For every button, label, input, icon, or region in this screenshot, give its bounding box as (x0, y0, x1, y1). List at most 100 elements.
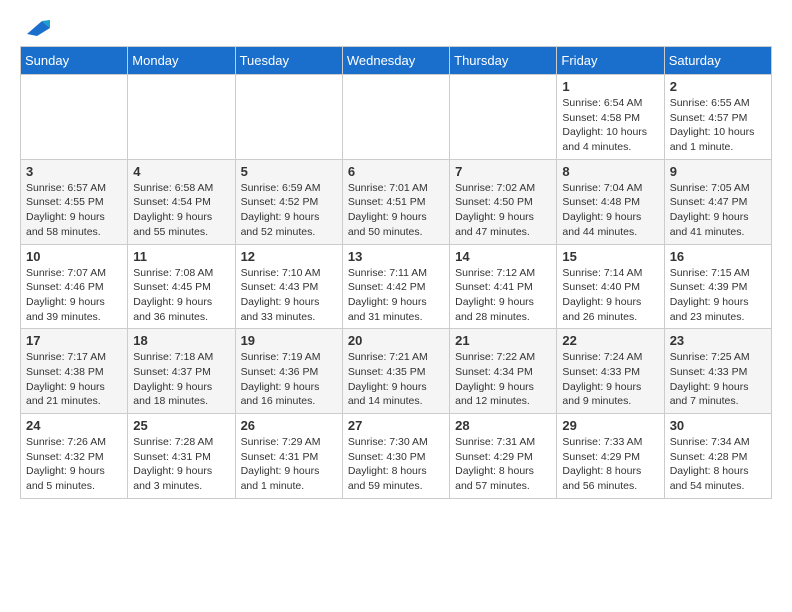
day-info: Sunrise: 7:07 AM Sunset: 4:46 PM Dayligh… (26, 266, 122, 325)
day-info: Sunrise: 7:04 AM Sunset: 4:48 PM Dayligh… (562, 181, 658, 240)
day-info: Sunrise: 7:24 AM Sunset: 4:33 PM Dayligh… (562, 350, 658, 409)
day-number: 22 (562, 333, 658, 348)
day-number: 9 (670, 164, 766, 179)
day-number: 13 (348, 249, 444, 264)
day-info: Sunrise: 6:57 AM Sunset: 4:55 PM Dayligh… (26, 181, 122, 240)
calendar-cell-w2d5: 15 Sunrise: 7:14 AM Sunset: 4:40 PM Dayli… (557, 244, 664, 329)
day-info: Sunrise: 6:54 AM Sunset: 4:58 PM Dayligh… (562, 96, 658, 155)
calendar-cell-w4d5: 29Sunrise: 7:33 AM Sunset: 4:29 PM Dayli… (557, 414, 664, 499)
calendar-cell-w3d6: 23 Sunrise: 7:25 AM Sunset: 4:33 PM Dayli… (664, 329, 771, 414)
calendar-cell-w4d3: 27 Sunrise: 7:30 AM Sunset: 4:30 PM Dayli… (342, 414, 449, 499)
calendar-cell-w3d5: 22 Sunrise: 7:24 AM Sunset: 4:33 PM Dayli… (557, 329, 664, 414)
day-info: Sunrise: 7:18 AM Sunset: 4:37 PM Dayligh… (133, 350, 229, 409)
day-info: Sunrise: 6:59 AM Sunset: 4:52 PM Dayligh… (241, 181, 337, 240)
calendar-cell-w4d0: 24 Sunrise: 7:26 AM Sunset: 4:32 PM Dayli… (21, 414, 128, 499)
calendar-header-saturday: Saturday (664, 47, 771, 75)
day-info: Sunrise: 6:55 AM Sunset: 4:57 PM Dayligh… (670, 96, 766, 155)
day-number: 6 (348, 164, 444, 179)
calendar-cell-w0d5: 1 Sunrise: 6:54 AM Sunset: 4:58 PM Daylig… (557, 75, 664, 160)
calendar-cell-w4d1: 25 Sunrise: 7:28 AM Sunset: 4:31 PM Dayli… (128, 414, 235, 499)
day-number: 15 (562, 249, 658, 264)
calendar-header-friday: Friday (557, 47, 664, 75)
day-info: Sunrise: 7:29 AM Sunset: 4:31 PM Dayligh… (241, 435, 337, 494)
calendar-cell-w0d6: 2 Sunrise: 6:55 AM Sunset: 4:57 PM Daylig… (664, 75, 771, 160)
calendar-cell-w3d3: 20 Sunrise: 7:21 AM Sunset: 4:35 PM Dayli… (342, 329, 449, 414)
day-number: 23 (670, 333, 766, 348)
calendar-cell-w2d2: 12Sunrise: 7:10 AM Sunset: 4:43 PM Dayli… (235, 244, 342, 329)
calendar-week-0: 1 Sunrise: 6:54 AM Sunset: 4:58 PM Daylig… (21, 75, 772, 160)
calendar-cell-w0d2 (235, 75, 342, 160)
day-number: 29 (562, 418, 658, 433)
calendar-week-3: 17Sunrise: 7:17 AM Sunset: 4:38 PM Dayli… (21, 329, 772, 414)
calendar-week-4: 24 Sunrise: 7:26 AM Sunset: 4:32 PM Dayli… (21, 414, 772, 499)
calendar-cell-w0d1 (128, 75, 235, 160)
day-info: Sunrise: 7:26 AM Sunset: 4:32 PM Dayligh… (26, 435, 122, 494)
day-number: 27 (348, 418, 444, 433)
day-info: Sunrise: 7:02 AM Sunset: 4:50 PM Dayligh… (455, 181, 551, 240)
calendar-cell-w0d4 (450, 75, 557, 160)
calendar-cell-w0d0 (21, 75, 128, 160)
day-info: Sunrise: 7:01 AM Sunset: 4:51 PM Dayligh… (348, 181, 444, 240)
calendar-week-2: 10 Sunrise: 7:07 AM Sunset: 4:46 PM Dayli… (21, 244, 772, 329)
day-info: Sunrise: 7:34 AM Sunset: 4:28 PM Dayligh… (670, 435, 766, 494)
day-number: 30 (670, 418, 766, 433)
day-number: 14 (455, 249, 551, 264)
day-number: 16 (670, 249, 766, 264)
calendar-week-1: 3 Sunrise: 6:57 AM Sunset: 4:55 PM Daylig… (21, 159, 772, 244)
calendar-cell-w4d2: 26 Sunrise: 7:29 AM Sunset: 4:31 PM Dayli… (235, 414, 342, 499)
calendar-cell-w1d5: 8 Sunrise: 7:04 AM Sunset: 4:48 PM Daylig… (557, 159, 664, 244)
day-number: 10 (26, 249, 122, 264)
calendar-header-sunday: Sunday (21, 47, 128, 75)
calendar: SundayMondayTuesdayWednesdayThursdayFrid… (20, 46, 772, 499)
calendar-cell-w4d6: 30 Sunrise: 7:34 AM Sunset: 4:28 PM Dayli… (664, 414, 771, 499)
calendar-cell-w2d1: 11Sunrise: 7:08 AM Sunset: 4:45 PM Dayli… (128, 244, 235, 329)
day-info: Sunrise: 7:28 AM Sunset: 4:31 PM Dayligh… (133, 435, 229, 494)
day-info: Sunrise: 7:19 AM Sunset: 4:36 PM Dayligh… (241, 350, 337, 409)
day-info: Sunrise: 7:11 AM Sunset: 4:42 PM Dayligh… (348, 266, 444, 325)
day-number: 4 (133, 164, 229, 179)
calendar-cell-w1d6: 9Sunrise: 7:05 AM Sunset: 4:47 PM Daylig… (664, 159, 771, 244)
day-number: 26 (241, 418, 337, 433)
day-number: 18 (133, 333, 229, 348)
day-info: Sunrise: 7:22 AM Sunset: 4:34 PM Dayligh… (455, 350, 551, 409)
calendar-header-monday: Monday (128, 47, 235, 75)
calendar-cell-w4d4: 28Sunrise: 7:31 AM Sunset: 4:29 PM Dayli… (450, 414, 557, 499)
day-number: 5 (241, 164, 337, 179)
logo-text (20, 16, 52, 38)
header (20, 16, 772, 38)
day-info: Sunrise: 7:10 AM Sunset: 4:43 PM Dayligh… (241, 266, 337, 325)
day-number: 25 (133, 418, 229, 433)
page-container: SundayMondayTuesdayWednesdayThursdayFrid… (0, 0, 792, 515)
day-number: 3 (26, 164, 122, 179)
day-number: 1 (562, 79, 658, 94)
day-number: 2 (670, 79, 766, 94)
day-info: Sunrise: 7:25 AM Sunset: 4:33 PM Dayligh… (670, 350, 766, 409)
calendar-cell-w1d2: 5 Sunrise: 6:59 AM Sunset: 4:52 PM Daylig… (235, 159, 342, 244)
day-info: Sunrise: 7:14 AM Sunset: 4:40 PM Dayligh… (562, 266, 658, 325)
day-info: Sunrise: 7:08 AM Sunset: 4:45 PM Dayligh… (133, 266, 229, 325)
day-info: Sunrise: 7:17 AM Sunset: 4:38 PM Dayligh… (26, 350, 122, 409)
calendar-cell-w3d0: 17Sunrise: 7:17 AM Sunset: 4:38 PM Dayli… (21, 329, 128, 414)
calendar-cell-w2d6: 16 Sunrise: 7:15 AM Sunset: 4:39 PM Dayli… (664, 244, 771, 329)
day-number: 20 (348, 333, 444, 348)
day-number: 24 (26, 418, 122, 433)
calendar-cell-w1d1: 4Sunrise: 6:58 AM Sunset: 4:54 PM Daylig… (128, 159, 235, 244)
calendar-header-row: SundayMondayTuesdayWednesdayThursdayFrid… (21, 47, 772, 75)
day-number: 28 (455, 418, 551, 433)
calendar-cell-w2d4: 14 Sunrise: 7:12 AM Sunset: 4:41 PM Dayli… (450, 244, 557, 329)
day-info: Sunrise: 7:15 AM Sunset: 4:39 PM Dayligh… (670, 266, 766, 325)
calendar-cell-w1d0: 3 Sunrise: 6:57 AM Sunset: 4:55 PM Daylig… (21, 159, 128, 244)
day-info: Sunrise: 7:12 AM Sunset: 4:41 PM Dayligh… (455, 266, 551, 325)
calendar-cell-w3d4: 21 Sunrise: 7:22 AM Sunset: 4:34 PM Dayli… (450, 329, 557, 414)
day-number: 21 (455, 333, 551, 348)
calendar-cell-w3d2: 19 Sunrise: 7:19 AM Sunset: 4:36 PM Dayli… (235, 329, 342, 414)
calendar-cell-w0d3 (342, 75, 449, 160)
day-number: 19 (241, 333, 337, 348)
logo (20, 16, 52, 38)
day-number: 8 (562, 164, 658, 179)
day-info: Sunrise: 7:30 AM Sunset: 4:30 PM Dayligh… (348, 435, 444, 494)
logo-icon (22, 16, 52, 38)
calendar-header-thursday: Thursday (450, 47, 557, 75)
day-info: Sunrise: 7:21 AM Sunset: 4:35 PM Dayligh… (348, 350, 444, 409)
calendar-cell-w1d3: 6 Sunrise: 7:01 AM Sunset: 4:51 PM Daylig… (342, 159, 449, 244)
